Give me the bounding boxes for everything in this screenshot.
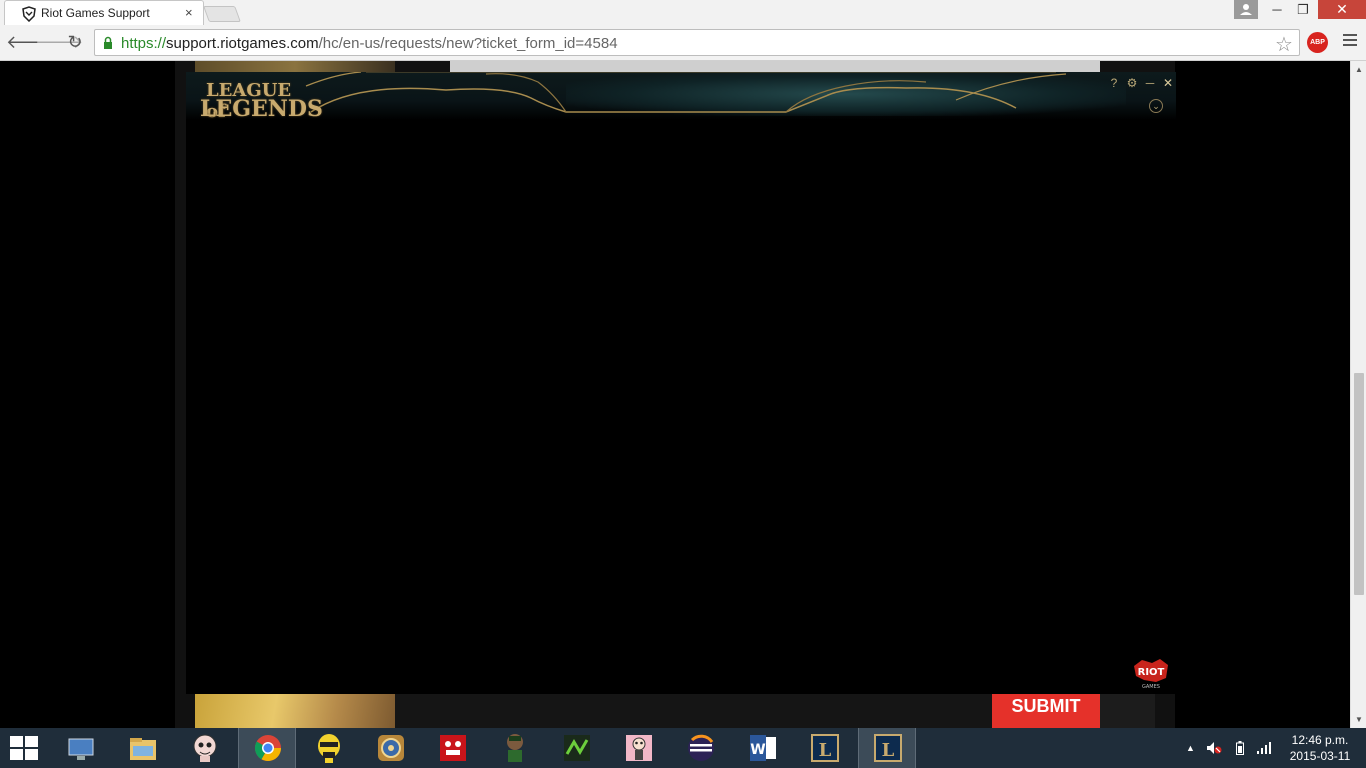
- url-text: https://support.riotgames.com/hc/en-us/r…: [121, 35, 618, 52]
- url-host: support.riotgames.com: [166, 35, 319, 52]
- taskbar-item-green-game[interactable]: [548, 728, 606, 768]
- form-footer: [395, 694, 992, 728]
- riot-logo-text: RIOT: [1138, 667, 1165, 678]
- clock-date: 2015-03-11: [1289, 749, 1351, 763]
- scroll-down-arrow-icon[interactable]: ▼: [1355, 715, 1363, 724]
- bookmark-star-icon[interactable]: ☆: [1275, 32, 1293, 57]
- clock-time: 12:46 p.m.: [1291, 733, 1349, 747]
- lock-icon: [104, 36, 112, 49]
- pink-character-icon: [626, 735, 652, 761]
- browser-tab-strip: Riot Games Support × ─ ❐ ✕: [0, 0, 1366, 25]
- taskbar-item-character[interactable]: [486, 728, 544, 768]
- reload-icon[interactable]: ↻: [64, 33, 86, 51]
- taskbar-item-yellow-skull[interactable]: [300, 728, 358, 768]
- browser-tab[interactable]: Riot Games Support ×: [4, 0, 204, 25]
- scroll-up-arrow-icon[interactable]: ▲: [1355, 65, 1363, 74]
- taskbar-clock[interactable]: 12:46 p.m. 2015-03-11: [1285, 732, 1355, 764]
- riot-favicon-icon: [22, 6, 36, 22]
- window-minimize-button[interactable]: ─: [1264, 0, 1290, 19]
- taskbar-item-pink-character[interactable]: [610, 728, 668, 768]
- chrome-icon: [254, 735, 282, 762]
- file-explorer-icon: [130, 738, 156, 760]
- taskbar-item-file-explorer[interactable]: [114, 728, 172, 768]
- league-of-legends-icon: L: [811, 734, 839, 762]
- binding-of-isaac-icon: [193, 734, 217, 762]
- window-close-button[interactable]: ✕: [1318, 0, 1366, 19]
- super-meat-boy-icon: [440, 735, 466, 761]
- settings-gear-icon[interactable]: ⚙: [1124, 75, 1140, 91]
- new-tab-button[interactable]: [203, 6, 241, 22]
- scroll-thumb[interactable]: [1354, 373, 1364, 595]
- battery-icon[interactable]: [1236, 741, 1244, 758]
- taskbar-item-league-client[interactable]: L: [858, 728, 916, 768]
- taskbar-item-word[interactable]: W: [734, 728, 792, 768]
- lol-client-header: LEAGUE of LEGENDS ? ⚙ ─ ✕ ⌄: [186, 72, 1176, 120]
- url-scheme: https://: [121, 35, 167, 52]
- hearthstone-icon: [378, 735, 404, 761]
- svg-text:W: W: [750, 742, 765, 758]
- tab-title: Riot Games Support: [41, 6, 150, 20]
- browser-toolbar: 🡐 🡒 ↻ https://support.riotgames.com/hc/e…: [0, 25, 1366, 61]
- taskbar-item-isaac[interactable]: [176, 728, 234, 768]
- minimize-icon[interactable]: ─: [1142, 75, 1158, 91]
- yellow-skull-icon: [318, 734, 340, 763]
- windows-start-icon[interactable]: [10, 736, 38, 760]
- volume-muted-icon[interactable]: [1206, 741, 1222, 758]
- chrome-menu-icon[interactable]: [1343, 34, 1357, 49]
- forward-arrow-icon[interactable]: 🡒: [35, 33, 83, 51]
- page-scrollbar[interactable]: ▲ ▼: [1350, 61, 1366, 728]
- word-icon: W: [750, 735, 776, 761]
- computer-icon: [68, 738, 94, 760]
- windows-taskbar: W L L ▲ 12:46 p.m. 2015-03-11: [0, 728, 1366, 768]
- user-profile-icon[interactable]: [1234, 0, 1258, 19]
- taskbar-item-computer[interactable]: [52, 728, 110, 768]
- character-avatar-icon: [507, 734, 523, 762]
- network-signal-icon[interactable]: [1256, 741, 1272, 758]
- tab-close-icon[interactable]: ×: [185, 5, 193, 20]
- chevron-down-icon[interactable]: ⌄: [1149, 99, 1163, 113]
- taskbar-item-league-launcher[interactable]: L: [796, 728, 854, 768]
- help-icon[interactable]: ?: [1106, 75, 1122, 91]
- adblock-plus-icon[interactable]: ABP: [1307, 32, 1328, 53]
- show-hidden-icons-chevron-icon[interactable]: ▲: [1186, 743, 1195, 753]
- riot-logo-sub: GAMES: [1142, 684, 1160, 690]
- riot-games-logo: RIOT GAMES: [1134, 659, 1168, 690]
- logo-line-2: LEGENDS: [200, 96, 323, 120]
- close-icon[interactable]: ✕: [1160, 75, 1176, 91]
- window-restore-button[interactable]: ❐: [1290, 0, 1316, 19]
- taskbar-item-eclipse[interactable]: [672, 728, 730, 768]
- form-field-strip: [450, 61, 1100, 72]
- league-of-legends-logo: LEAGUE of LEGENDS: [200, 78, 323, 120]
- background-art-bottom: [195, 694, 395, 728]
- url-path: /hc/en-us/requests/new?ticket_form_id=45…: [318, 35, 618, 52]
- lol-client-window: LEAGUE of LEGENDS ? ⚙ ─ ✕ ⌄ RIOT GAMES: [186, 72, 1176, 694]
- address-bar[interactable]: https://support.riotgames.com/hc/en-us/r…: [94, 29, 1300, 56]
- svg-text:L: L: [819, 740, 832, 761]
- taskbar-item-super-meat-boy[interactable]: [424, 728, 482, 768]
- header-ornament: [305, 72, 1067, 113]
- green-game-icon: [564, 735, 590, 761]
- back-arrow-icon[interactable]: 🡐: [6, 33, 54, 51]
- eclipse-icon: [688, 734, 714, 761]
- taskbar-item-chrome[interactable]: [238, 728, 296, 768]
- taskbar-item-hearthstone[interactable]: [362, 728, 420, 768]
- form-footer-right: [1100, 694, 1155, 728]
- league-of-legends-icon: L: [874, 734, 902, 762]
- svg-text:L: L: [882, 740, 895, 761]
- screen: Riot Games Support × ─ ❐ ✕ 🡐 🡒 ↻ https:/…: [0, 0, 1366, 768]
- submit-button[interactable]: SUBMIT: [992, 694, 1100, 728]
